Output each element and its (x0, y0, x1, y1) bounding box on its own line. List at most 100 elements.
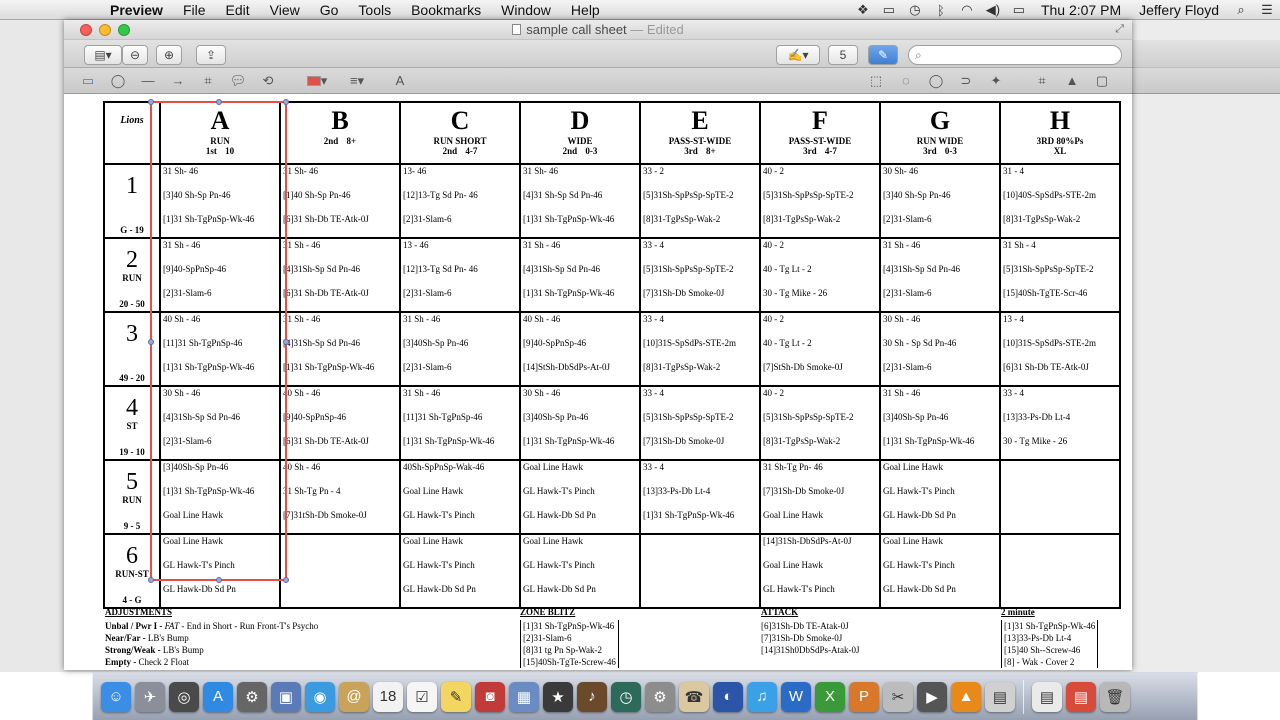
border-color-button[interactable]: ▾ (302, 73, 332, 89)
speech-bubble-icon[interactable]: 💬︎ (228, 73, 248, 89)
menu-clock[interactable]: Thu 2:07 PM (1032, 2, 1130, 18)
lasso-tool-icon[interactable]: ◯ (926, 73, 946, 89)
adjust-size-icon[interactable]: ▢ (1092, 73, 1112, 89)
zone-blitz-header: ZONE BLITZ (520, 607, 576, 617)
fullscreen-icon[interactable]: ⤢ (1115, 23, 1124, 36)
menu-bookmarks[interactable]: Bookmarks (401, 2, 491, 18)
play-call: GL Hawk-T's Pinch (763, 584, 835, 594)
document-proxy-icon[interactable] (512, 24, 522, 35)
battery-icon[interactable]: ▭ (1006, 2, 1032, 18)
play-call: [6]31 Sh-Db TE-Atk-0J (283, 288, 369, 298)
app-store-icon[interactable]: A (203, 681, 233, 712)
garageband-icon[interactable]: ♪ (577, 681, 607, 712)
volume-icon[interactable]: ◀) (980, 2, 1006, 18)
airplay-icon[interactable]: ▭ (876, 2, 902, 18)
powerpoint-icon[interactable]: P (849, 681, 879, 712)
zoom-in-button[interactable]: ⊕ (156, 45, 182, 65)
document-canvas[interactable]: Lions A RUN 1st 10 B 2nd 8+ C RUN SHORT 2nd 4… (64, 95, 1132, 670)
preview-icon[interactable]: ▦ (509, 681, 539, 712)
word-icon[interactable]: W (781, 681, 811, 712)
adjustment-emphasis: FAT (164, 621, 180, 631)
oval-shape-icon[interactable]: ◯ (108, 73, 128, 89)
crop-icon[interactable]: ⌗ (1032, 73, 1052, 89)
play-cell: 40 Sh - 46 [9]40-SpPnSp-46 [14]StSh-DbSdPs… (519, 311, 641, 387)
play-call: [4]31Sh-Sp Sd Pn-46 (163, 412, 241, 422)
system-preferences-icon[interactable]: ⚙ (645, 681, 675, 712)
reminders-icon[interactable]: ☑ (407, 681, 437, 712)
play-call (283, 583, 397, 607)
calendar-icon[interactable]: 18 (373, 681, 403, 712)
play-cell: 31 Sh- 46 [4]31 Sh-Sp Sd Pn-46 [1]31 Sh-Tg… (519, 163, 641, 239)
adjustment-row: Near/Far - LB's Bump (105, 632, 318, 644)
safari-icon[interactable]: ◉ (305, 681, 335, 712)
spotlight-search-icon[interactable]: ⌕ (1228, 2, 1254, 18)
imovie-icon[interactable]: ★ (543, 681, 573, 712)
menu-app-name[interactable]: Preview (106, 2, 173, 18)
adjust-color-icon[interactable]: ▲ (1062, 73, 1082, 88)
menu-window[interactable]: Window (491, 2, 561, 18)
document-icon[interactable]: ▤ (1032, 681, 1062, 712)
menu-file[interactable]: File (173, 2, 216, 18)
text-style-icon[interactable]: A (390, 73, 410, 88)
system-clock-icon[interactable]: ⚙ (237, 681, 267, 712)
rect-select-tool-icon[interactable]: ⬚ (866, 73, 886, 89)
itunes-icon[interactable]: ♫ (747, 681, 777, 712)
instant-alpha-icon[interactable]: ✦ (986, 73, 1006, 89)
dropbox-icon[interactable]: ❖ (850, 2, 876, 18)
contacts-icon[interactable]: ☎ (679, 681, 709, 712)
menu-user[interactable]: Jeffery Floyd (1130, 2, 1228, 18)
sign-button[interactable]: ✍▾ (776, 45, 820, 65)
notification-center-icon[interactable]: ☰ (1254, 2, 1280, 18)
excel-icon[interactable]: X (815, 681, 845, 712)
zoom-in-icon: ⊕ (163, 48, 175, 62)
pdf-icon[interactable]: ▤ (1066, 681, 1096, 712)
bluetooth-icon[interactable]: ᛒ (928, 3, 954, 18)
crop-select-icon[interactable]: ⌗ (198, 73, 218, 89)
menu-tools[interactable]: Tools (348, 2, 401, 18)
row-field-range: 4 - G (122, 595, 142, 605)
loop-shape-icon[interactable]: ⟲ (258, 73, 278, 89)
smart-lasso-tool-icon[interactable]: ⊃ (956, 73, 976, 89)
trash-icon[interactable]: 🗑 (1100, 681, 1130, 712)
menu-view[interactable]: View (260, 2, 310, 18)
menu-help[interactable]: Help (561, 2, 610, 18)
play-call: 40 - Tg Lt - 2 (763, 338, 812, 348)
zoom-out-button[interactable]: ⊖ (122, 45, 148, 65)
share-button[interactable]: ⇪ (196, 45, 226, 65)
dvd-player-icon[interactable]: ◐ (713, 681, 743, 712)
play-call (1003, 559, 1117, 583)
arrow-shape-icon[interactable]: → (168, 73, 188, 88)
photo-booth-icon[interactable]: ◙ (475, 681, 505, 712)
line-shape-icon[interactable]: — (138, 73, 158, 88)
vlc-icon[interactable]: ▲ (951, 681, 981, 712)
menu-edit[interactable]: Edit (216, 2, 260, 18)
time-machine-status-icon[interactable]: ◷ (902, 2, 928, 18)
facetime-icon[interactable]: ▶ (917, 681, 947, 712)
play-cell: 31 Sh - 46 [3]40Sh-Sp Pn-46 [2]31-Slam-6 (399, 311, 521, 387)
wifi-icon[interactable]: ◠ (954, 2, 980, 18)
mail-icon[interactable]: @ (339, 681, 369, 712)
time-machine-icon[interactable]: ◷ (611, 681, 641, 712)
two-minute-list: [1]31 Sh-TgPnSp-Wk-46 [13]33-Ps-Db Lt-4 … (1001, 620, 1099, 668)
search-field[interactable]: ⌕ (908, 45, 1122, 65)
photo-app-icon[interactable]: ▣ (271, 681, 301, 712)
play-call: Goal Line Hawk (523, 536, 583, 546)
menu-go[interactable]: Go (310, 2, 349, 18)
sidebar-view-button[interactable]: ▤▾ (84, 45, 122, 65)
ellipse-select-tool-icon[interactable]: ◌ (896, 73, 916, 88)
dashboard-icon[interactable]: ◎ (169, 681, 199, 712)
launchpad-icon[interactable]: ✈ (135, 681, 165, 712)
files-icon[interactable]: ▤ (985, 681, 1015, 712)
rectangle-select-icon[interactable]: ▭ (78, 73, 98, 89)
photo-editor-icon[interactable]: ✂ (883, 681, 913, 712)
edit-toolbar-button[interactable]: ✎ (868, 45, 898, 65)
window-edited-status[interactable]: — Edited (630, 22, 683, 37)
row-header: 3 49 - 20 (103, 311, 161, 387)
row-number: 4 (126, 395, 138, 421)
zone-blitz-item: [1]31 Sh-TgPnSp-Wk-46 (523, 621, 615, 631)
rotate-button[interactable]: 5 (828, 45, 858, 65)
play-call: [8]31-TgPsSp-Wak-2 (643, 214, 721, 224)
notes-icon[interactable]: ✎ (441, 681, 471, 712)
finder-icon[interactable]: ☺ (101, 681, 131, 712)
line-style-button[interactable]: ≡▾ (342, 73, 372, 89)
